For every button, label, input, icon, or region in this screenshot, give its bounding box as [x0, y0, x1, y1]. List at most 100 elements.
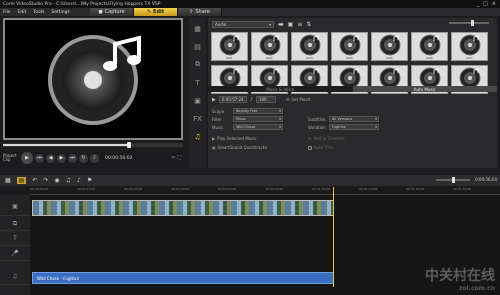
filter-select[interactable]: Music ▾ [233, 116, 283, 122]
music-track-icon: ♫ [12, 273, 18, 280]
smartsound-button[interactable]: ◉ SmartSound Quicktracks [212, 145, 267, 150]
chevron-down-icon: ▾ [375, 125, 377, 129]
library-tabs: Music & Voice Auto Music [208, 86, 497, 92]
next-button[interactable]: ▶ [57, 153, 66, 163]
step-back-icon: ◀ [48, 155, 53, 161]
title-icon[interactable]: T [192, 75, 204, 90]
library-filter-select[interactable]: Audio ▾ [212, 20, 274, 28]
instant-project-icon[interactable]: ▤ [192, 39, 204, 54]
filter-icon[interactable]: FX [192, 111, 204, 126]
music-select[interactable]: Wild Chase ▾ [233, 124, 283, 130]
subtitles-select[interactable]: All Versions ▾ [329, 116, 379, 122]
repeat-button[interactable]: ↻ [79, 153, 88, 163]
transition-icon[interactable]: ⧉ [192, 57, 204, 72]
music-track-header: ♫ [0, 269, 30, 285]
thumbnail-size-slider[interactable] [449, 20, 489, 26]
redo-icon[interactable]: ↷ [43, 177, 48, 184]
record-capture-icon[interactable]: ◉ [54, 177, 59, 184]
preview-scrubber[interactable] [3, 142, 183, 148]
auto-music-options: ▶ 0:00:57:24 ♪ 100 ☰ Set Mood Scope Royal… [208, 94, 497, 168]
minimize-button[interactable]: _ [477, 1, 480, 7]
chapter-icon[interactable]: ⚑ [87, 177, 92, 184]
scope-select[interactable]: Royalty Free ▾ [233, 108, 283, 114]
overlay-track-icon: ⧉ [12, 219, 18, 227]
ruler-time-label: 00:00:50:00 [265, 187, 284, 191]
fullscreen-icon[interactable]: ⛶ [177, 155, 181, 161]
tab-capture[interactable]: ● Capture [90, 8, 134, 16]
play-icon: ▶ [25, 155, 29, 161]
end-button[interactable]: ⏭ [68, 153, 77, 163]
watermark: 中关村在线 zol.com.cn [425, 268, 495, 292]
play-button[interactable]: ▶ [21, 152, 33, 164]
add-to-timeline-button[interactable]: + Add to Timeline [308, 136, 345, 141]
close-button[interactable]: × [492, 1, 496, 7]
audio-thumbnail[interactable]: M06 [411, 32, 448, 61]
audio-thumbnail[interactable]: M02 [251, 32, 288, 61]
auto-trim-checkbox[interactable]: Auto Trim [308, 145, 333, 150]
menu-file[interactable]: File [3, 10, 11, 15]
window-title: Corel VideoStudio Pro - C:\Users\...\My … [3, 1, 161, 7]
play-selected-music-button[interactable]: ▶ Play Selected Music [212, 136, 257, 141]
video-clip[interactable] [32, 200, 334, 216]
audio-icon[interactable]: ♫ [192, 129, 204, 144]
volume-button[interactable]: ♪ [90, 153, 99, 163]
home-button[interactable]: ⏮ [35, 153, 44, 163]
maximize-button[interactable]: □ [483, 1, 488, 7]
playhead[interactable] [333, 187, 334, 287]
audio-thumbnail[interactable]: M07 [451, 32, 488, 61]
menu-tools[interactable]: Tools [33, 10, 44, 15]
audio-thumbnail[interactable]: M03 [291, 32, 328, 61]
ruler-time-label: 00:00:20:00 [124, 187, 143, 191]
ruler-time-label: 00:01:10:00 [359, 187, 378, 191]
tab-share[interactable]: ⇪ Share [178, 8, 222, 16]
thumbnail-label: M03 [306, 56, 313, 60]
share-icon: ⇪ [189, 9, 194, 15]
ruler-time-label: 00:01:30:00 [453, 187, 472, 191]
timeline-view-icon[interactable]: ▤ [16, 177, 27, 184]
mood-icon: ☰ [285, 97, 290, 102]
sort-icon[interactable]: ⇅ [306, 21, 311, 28]
split-icon[interactable]: ✂ [171, 155, 175, 161]
tab-edit[interactable]: ✎ Edit [134, 8, 178, 16]
variation-select[interactable]: Fugitive ▾ [329, 124, 379, 130]
import-icon[interactable]: ▣ [288, 21, 294, 28]
list-view-icon[interactable]: ≡ [297, 21, 302, 28]
title-track-header: T [0, 232, 30, 246]
duration-field[interactable]: 0:00:57:24 [218, 96, 247, 103]
repeat-icon: ↻ [81, 155, 86, 161]
audio-thumbnail[interactable]: M04 [331, 32, 368, 61]
previous-button[interactable]: ◀ [46, 153, 55, 163]
undo-icon[interactable]: ↶ [32, 177, 37, 184]
preview-window[interactable] [3, 18, 183, 140]
sound-mixer-icon[interactable]: ♫ [66, 177, 71, 184]
music-disc-icon [379, 34, 400, 56]
timeline-ruler[interactable]: 00:00:00:00 00:00:10:00 00:00:20:00 00:00:3… [30, 187, 500, 195]
title-track-icon: T [13, 235, 17, 242]
audio-clip[interactable]: Wild Chase - Fugitive [32, 272, 334, 284]
preview-timecode[interactable]: 00:00:56:02 [105, 156, 132, 161]
tab-music-voice[interactable]: Music & Voice [208, 86, 353, 92]
folder-icon[interactable]: ▬ [278, 21, 284, 28]
play-icon[interactable]: ▶ [212, 97, 216, 103]
set-mood-button[interactable]: ☰ Set Mood [286, 97, 310, 102]
graphic-icon[interactable]: ▣ [192, 93, 204, 108]
voice-track-header: 🎤 [0, 247, 30, 261]
chevron-down-icon: ▾ [268, 21, 271, 27]
timeline-zoom-slider[interactable] [436, 177, 470, 183]
storyboard-view-icon[interactable]: ▦ [5, 177, 11, 184]
scrubber-handle[interactable] [127, 142, 131, 148]
media-icon[interactable]: ▦ [192, 21, 204, 36]
variation-label: Variation [308, 124, 326, 130]
audio-thumbnail[interactable]: M01 [211, 32, 248, 61]
tab-auto-music[interactable]: Auto Music [352, 86, 497, 92]
step-tabs: ● Capture ✎ Edit ⇪ Share [90, 8, 222, 16]
chevron-down-icon: ▾ [375, 117, 377, 121]
audio-thumbnail[interactable]: M05 [371, 32, 408, 61]
volume-field[interactable]: 100 [255, 96, 276, 103]
auto-music-icon[interactable]: ♪ [77, 177, 81, 184]
overlay-track-header: ⧉ [0, 217, 30, 231]
menu-edit[interactable]: Edit [18, 10, 27, 15]
music-disc-icon [259, 34, 280, 56]
menu-settings[interactable]: Settings [51, 10, 69, 15]
clip-mode-label[interactable]: Clip [3, 158, 19, 162]
